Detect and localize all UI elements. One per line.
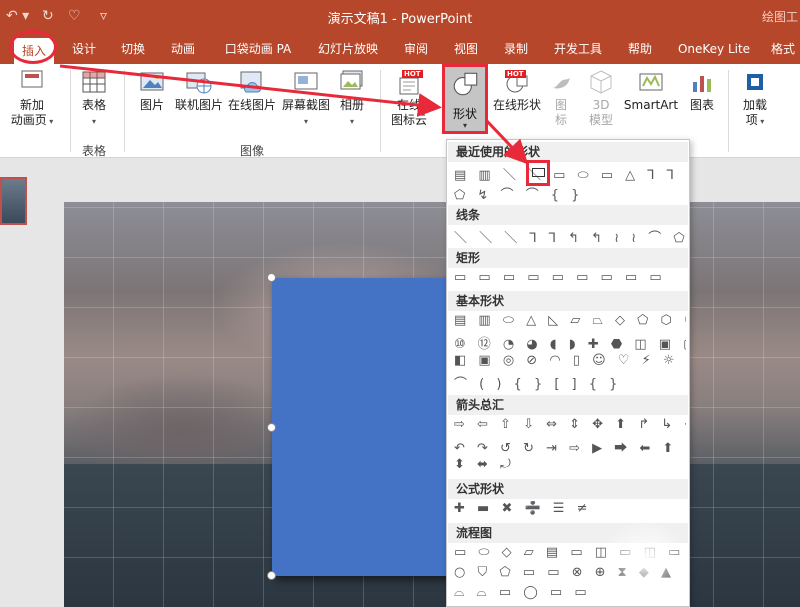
divider [380,70,381,152]
online-image-label: 在线图片 [227,98,276,112]
section-header-basic: 基本形状 [448,291,688,311]
tab-transitions[interactable]: 切换 [113,34,153,64]
basic-shapes-row[interactable]: ⑩ ⑫ ◔ ◕ ◖ ◗ ✚ ⬣ ◫ ▣ ▢ ⌗ [454,333,686,353]
addins-icon [747,74,763,90]
online-shapes-label: 在线形状 [492,98,541,112]
online-picture-label: 联机图片 [174,98,223,112]
resize-handle[interactable] [267,423,276,432]
rectangle-shape-highlight[interactable] [526,160,550,186]
section-header-equation: 公式形状 [448,479,688,499]
chart-icon [693,76,711,92]
section-header-rectangles: 矩形 [448,248,688,268]
picture-icon [140,72,164,91]
smartart-label: SmartArt [623,98,679,112]
resize-handle[interactable] [267,273,276,282]
shapes-icon [453,72,478,96]
window-title: 演示文稿1 - PowerPoint [327,12,473,27]
tab-format[interactable]: 格式 [766,34,800,64]
rectangle-shapes-row[interactable]: ▭ ▭ ▭ ▭ ▭ ▭ ▭ ▭ ▭ [454,270,686,290]
recent-shapes-row[interactable]: ⬠ ↯ ⌒ ⌒ { } [454,184,686,204]
divider [728,70,729,152]
section-header-lines: 线条 [448,205,688,225]
tab-record[interactable]: 录制 [496,34,536,64]
slide-thumbnail[interactable] [0,177,27,225]
tab-help[interactable]: 帮助 [618,34,662,64]
slide-thumbnail-pane [0,159,40,607]
new-page-icon [21,70,43,88]
chart-button[interactable]: 图表 [684,68,720,113]
tab-onekey-lite[interactable]: OneKey Lite [674,34,754,64]
cube-icon [590,70,612,94]
group-label-image: 图像 [240,144,265,158]
icons-button[interactable]: 图 标 [546,68,576,128]
chart-label: 图表 [689,98,714,112]
smartart-icon [639,73,663,91]
hot-badge: HOT [505,70,526,78]
rectangle-icon [532,168,545,177]
online-image-button[interactable]: 在线图片 [226,68,278,113]
album-label: 相册 [339,98,364,112]
cloud-picture-icon [240,71,262,93]
chevron-down-icon: ▾ [462,121,467,130]
table-button[interactable]: 表格 ▾ [76,68,112,129]
ribbon-tabs: 插入 设计 切换 动画 口袋动画 PA 幻灯片放映 审阅 视图 录制 开发工具 … [0,34,800,64]
tab-developer[interactable]: 开发工具 [548,34,608,64]
tab-view[interactable]: 视图 [446,34,486,64]
smartart-button[interactable]: SmartArt [622,68,680,113]
new-anim-page-button[interactable]: 新加 动画页 ▾ [6,68,58,129]
basic-shapes-row[interactable]: ⌒ ( ) { } [ ] { } [454,373,686,393]
tab-pocket-animation[interactable]: 口袋动画 PA [218,34,298,64]
screenshot-button[interactable]: 屏幕截图 ▾ [280,68,332,129]
arrow-shapes-row[interactable]: ↶ ↷ ↺ ↻ ⇥ ⇨ ▶ ⮕ ⬅ ⬆ ⬇ ⇪ [454,437,686,457]
tab-animations[interactable]: 动画 [163,34,203,64]
redaction-smudge [600,520,690,600]
group-label-table: 表格 [82,144,107,158]
inserted-rectangle-shape[interactable] [272,278,452,576]
3d-model-button[interactable]: 3D 模型 [584,68,618,128]
recent-shapes-row[interactable]: ▤ ▥ ＼ ＼ ▭ ⬭ ▭ △ ⅂ ⅂ ⇨ ⇩ [454,164,686,184]
basic-shapes-row[interactable]: ▤ ▥ ⬭ △ ◺ ▱ ⏢ ◇ ⬠ ⬡ ⑦ ⑧ [454,313,686,333]
addins-button[interactable]: 加载 项 ▾ [736,68,774,129]
arrow-shapes-row[interactable]: ⬍ ⬌ ⤾ [454,457,686,477]
album-icon [340,70,363,90]
globe-picture-icon [186,72,212,94]
picture-label: 图片 [139,98,164,112]
new-anim-page-label: 新加 动画页 [10,98,47,127]
line-shapes-row[interactable]: ＼ ＼ ＼ ⅂ ⅂ ↰ ↰ ≀ ≀ ⌒ ⬠ ↯ [454,227,686,247]
tab-review[interactable]: 审阅 [396,34,436,64]
contextual-tab-header: 绘图工 [761,10,798,24]
tab-insert[interactable]: 插入 [14,38,54,64]
screenshot-icon [294,72,318,90]
album-button[interactable]: 相册 ▾ [334,68,370,129]
table-label: 表格 [81,98,106,112]
section-header-recent: 最近使用的形状 [448,142,688,162]
hot-badge: HOT [402,70,423,78]
tab-slideshow[interactable]: 幻灯片放映 [312,34,384,64]
divider [70,70,71,152]
bird-icon [553,77,570,89]
arrow-shapes-row[interactable]: ⇨ ⇦ ⇧ ⇩ ⇔ ⇕ ✥ ⬆ ↱ ↳ ⬏ ⬐ [454,417,686,437]
basic-shapes-row[interactable]: ◧ ▣ ◎ ⊘ ◠ ▯ ☺ ♡ ⚡ ☼ ☾ ☁ [454,353,686,373]
picture-button[interactable]: 图片 [134,68,170,113]
icons-label: 图 标 [554,98,567,127]
online-icon-cloud-label: 在线 图标云 [390,98,427,127]
equation-shapes-row[interactable]: ✚ ▬ ✖ ➗ ☰ ≠ [454,501,686,521]
screenshot-label: 屏幕截图 [281,98,330,112]
divider [124,70,125,152]
shapes-button[interactable]: 形状 ▾ [442,64,488,134]
3d-model-label: 3D 模型 [588,98,613,127]
resize-handle[interactable] [267,571,276,580]
tab-design[interactable]: 设计 [64,34,104,64]
table-icon [82,71,106,93]
shapes-label: 形状 [452,107,477,121]
title-bar: ↶ ▾ ↻ ♡ ▿ 演示文稿1 - PowerPoint 绘图工 [0,0,800,34]
online-picture-button[interactable]: 联机图片 [172,68,226,113]
section-header-arrows: 箭头总汇 [448,395,688,415]
